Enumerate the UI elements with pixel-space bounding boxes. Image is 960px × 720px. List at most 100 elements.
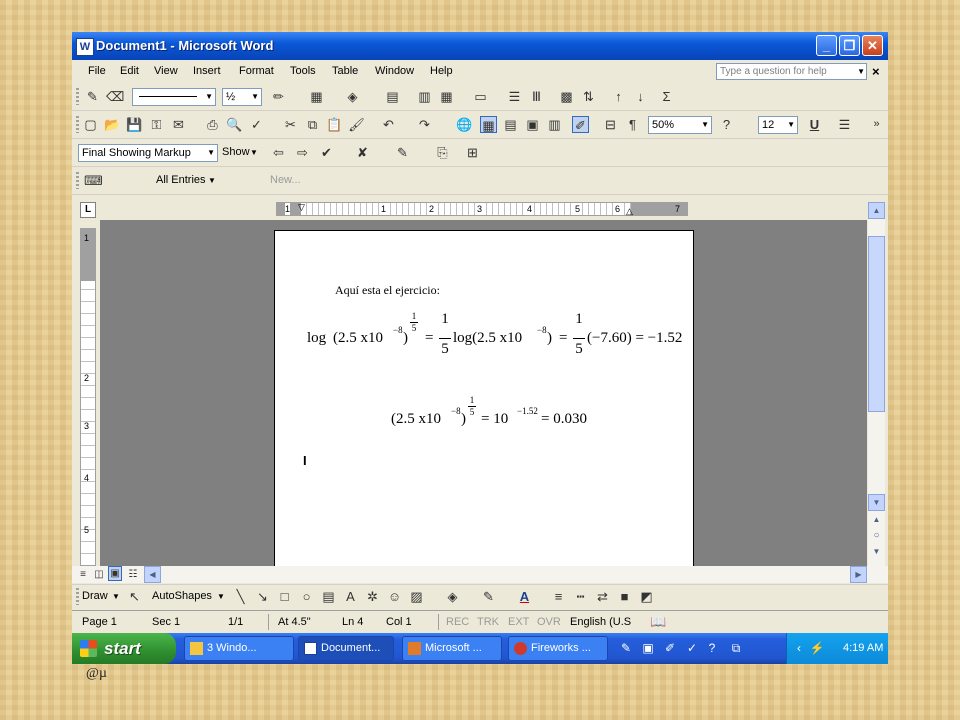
insert-comment-icon[interactable]: ✎ — [394, 144, 411, 161]
menu-edit[interactable]: Edit — [120, 65, 139, 77]
toolbar-grip[interactable] — [76, 588, 79, 605]
underline-button[interactable]: U — [806, 116, 823, 133]
scroll-thumb[interactable] — [868, 236, 885, 412]
document-map-icon[interactable]: ⊟ — [602, 116, 619, 133]
eraser-icon[interactable]: ⌫ — [106, 88, 124, 105]
distribute-rows-icon[interactable]: ☰ — [506, 88, 523, 105]
menu-insert[interactable]: Insert — [193, 65, 221, 77]
shadow-style-icon[interactable]: ■ — [616, 588, 633, 605]
scroll-down-button[interactable]: ▼ — [868, 494, 885, 511]
drawing-icon[interactable]: ✐ — [572, 116, 589, 133]
ask-question-input[interactable]: Type a question for help ▼ — [716, 63, 867, 80]
insert-table-icon[interactable]: ▤ — [384, 88, 401, 105]
title-bar[interactable]: W Document1 - Microsoft Word _ ❐ ✕ — [72, 32, 888, 60]
clip-art-icon[interactable]: ☺ — [386, 588, 403, 605]
toolbar-grip[interactable] — [76, 172, 79, 189]
sort-descending-icon[interactable]: ↓ — [632, 88, 649, 105]
status-trk[interactable]: TRK — [477, 616, 499, 628]
diagram-icon[interactable]: ✲ — [364, 588, 381, 605]
quicklaunch-image-icon[interactable]: ▣ — [640, 640, 656, 656]
autotext-icon[interactable]: ⌨ — [84, 172, 103, 189]
border-color-icon[interactable]: ✏ — [270, 88, 287, 105]
bullets-icon[interactable]: ☰ — [836, 116, 853, 133]
toolbar-grip[interactable] — [76, 88, 79, 105]
sort-ascending-icon[interactable]: ↑ — [610, 88, 627, 105]
status-ext[interactable]: EXT — [508, 616, 529, 628]
change-text-direction-icon[interactable]: ⇅ — [580, 88, 597, 105]
columns-icon[interactable]: ▥ — [546, 116, 563, 133]
oval-tool-icon[interactable]: ○ — [298, 588, 315, 605]
tables-borders-icon[interactable]: ▦ — [480, 116, 497, 133]
autosum-icon[interactable]: Σ — [658, 88, 675, 105]
normal-view-icon[interactable]: ≡ — [76, 566, 90, 583]
status-rec[interactable]: REC — [446, 616, 469, 628]
line-style-combo[interactable]: ▼ — [132, 88, 216, 106]
quicklaunch-edit-icon[interactable]: ✐ — [662, 640, 678, 656]
font-size-combo[interactable]: 12 ▼ — [758, 116, 798, 134]
text-box-icon[interactable]: ▤ — [320, 588, 337, 605]
scroll-right-button[interactable]: ▶ — [850, 566, 867, 583]
previous-page-icon[interactable]: ▲ — [868, 512, 885, 529]
permission-icon[interactable]: ⚿ — [148, 116, 165, 133]
horizontal-scrollbar[interactable]: ≡ ◫ ▣ ☷ ◀ ▶ — [72, 566, 888, 583]
document-page[interactable]: Aquí esta el ejercicio: log (2.5 x10 −8 … — [274, 230, 694, 566]
next-page-icon[interactable]: ▼ — [868, 544, 885, 561]
draw-menu-button[interactable]: Draw — [82, 590, 108, 602]
wordart-icon[interactable]: A — [342, 588, 359, 605]
shading-color-icon[interactable]: ◈ — [344, 88, 361, 105]
show-hide-icon[interactable]: ¶ — [624, 116, 641, 133]
help-icon[interactable]: ? — [718, 116, 735, 133]
table-autoformat-icon[interactable]: ▩ — [558, 88, 575, 105]
spelling-icon[interactable]: ✓ — [248, 116, 265, 133]
previous-change-icon[interactable]: ⇦ — [270, 144, 287, 161]
tab-selector[interactable]: L — [80, 202, 96, 218]
split-cells-icon[interactable]: ▦ — [438, 88, 455, 105]
chevron-down-icon[interactable]: ▼ — [208, 176, 216, 185]
maximize-button[interactable]: ❐ — [839, 35, 860, 56]
arrow-tool-icon[interactable]: ↘ — [254, 588, 271, 605]
toolbar-grip[interactable] — [76, 116, 79, 133]
select-objects-icon[interactable]: ↖ — [126, 588, 143, 605]
show-menu-button[interactable]: Show — [222, 146, 250, 158]
rectangle-tool-icon[interactable]: □ — [276, 588, 293, 605]
reviewing-pane-icon[interactable]: ⊞ — [464, 144, 481, 161]
menu-file[interactable]: File — [88, 65, 106, 77]
word-app-icon[interactable]: W — [76, 38, 94, 56]
menu-view[interactable]: View — [154, 65, 178, 77]
undo-icon[interactable]: ↶ — [380, 116, 397, 133]
align-icon[interactable]: ▭ — [472, 88, 489, 105]
outline-view-icon[interactable]: ☷ — [126, 566, 140, 583]
dash-style-icon[interactable]: ┅ — [572, 588, 589, 605]
status-ovr[interactable]: OVR — [537, 616, 561, 628]
scroll-up-button[interactable]: ▲ — [868, 202, 885, 219]
menu-tools[interactable]: Tools — [290, 65, 316, 77]
menu-window[interactable]: Window — [375, 65, 414, 77]
open-folder-icon[interactable]: 📂 — [104, 116, 121, 133]
next-change-icon[interactable]: ⇨ — [294, 144, 311, 161]
web-layout-view-icon[interactable]: ◫ — [92, 566, 106, 583]
copy-icon[interactable]: ⧉ — [304, 116, 321, 133]
track-changes-icon[interactable]: ⎘ — [434, 144, 451, 161]
quicklaunch-check-icon[interactable]: ✓ — [684, 640, 700, 656]
print-icon[interactable]: ⎙ — [204, 116, 221, 133]
first-line-indent-marker[interactable]: ▽ — [298, 202, 305, 213]
reject-change-icon[interactable]: ✘ — [354, 144, 371, 161]
spelling-status-icon[interactable]: 📖 — [650, 613, 667, 630]
chevron-down-icon[interactable]: ▼ — [112, 592, 120, 601]
new-document-icon[interactable]: ▢ — [82, 116, 99, 133]
taskbar-item-microsoft[interactable]: Microsoft ... — [402, 636, 502, 661]
status-language[interactable]: English (U.S — [570, 616, 631, 628]
scroll-left-button[interactable]: ◀ — [144, 566, 161, 583]
start-button[interactable]: start — [72, 633, 176, 664]
select-browse-object-icon[interactable]: ○ — [868, 528, 885, 545]
taskbar-item-windows[interactable]: 3 Windo... — [184, 636, 294, 661]
chevron-down-icon[interactable]: ▼ — [207, 145, 215, 161]
clock[interactable]: 4:19 AM — [843, 642, 883, 654]
chevron-down-icon[interactable]: ▼ — [787, 117, 795, 133]
email-icon[interactable]: ✉ — [170, 116, 187, 133]
insert-table-icon[interactable]: ▤ — [502, 116, 519, 133]
zoom-combo[interactable]: 50% ▼ — [648, 116, 712, 134]
close-document-button[interactable]: × — [872, 64, 880, 79]
menu-format[interactable]: Format — [239, 65, 274, 77]
menu-help[interactable]: Help — [430, 65, 453, 77]
